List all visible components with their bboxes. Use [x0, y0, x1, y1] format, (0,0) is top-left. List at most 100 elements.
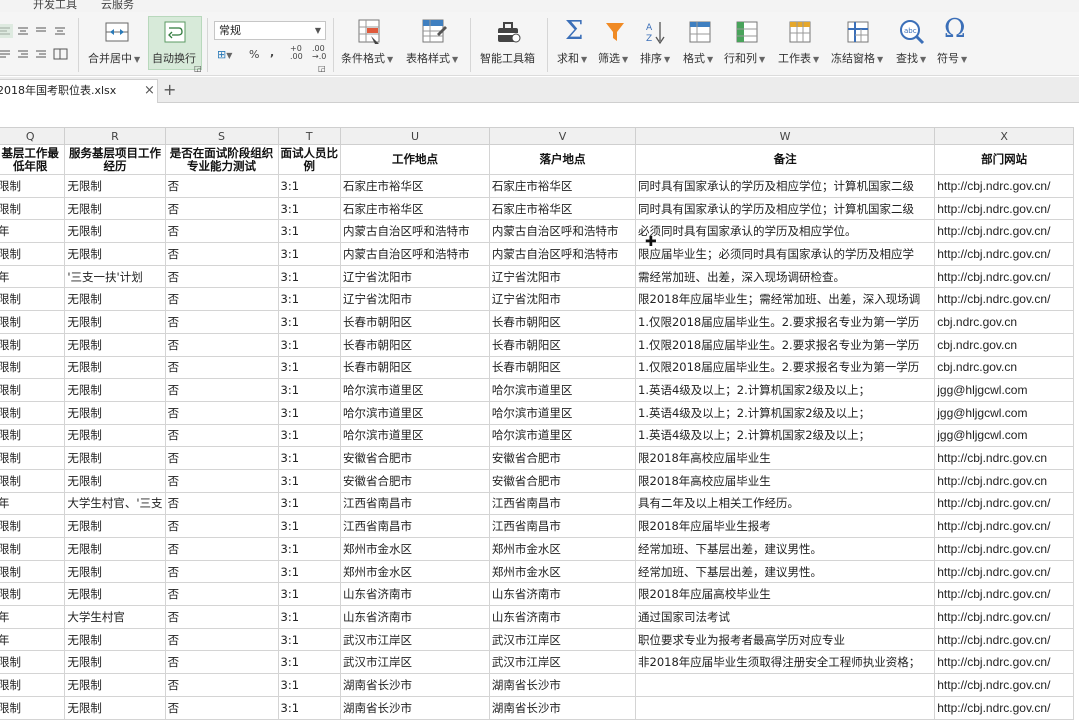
table-cell[interactable]: 安徽省合肥市 [340, 446, 490, 470]
table-cell[interactable]: 无限制 [64, 514, 166, 538]
column-header-x[interactable]: X [934, 127, 1074, 145]
table-cell[interactable]: 否 [164, 446, 279, 470]
percent-button[interactable]: % [249, 48, 259, 61]
table-cell[interactable]: 江西省南昌市 [488, 514, 637, 538]
column-header-w[interactable]: W [634, 127, 936, 145]
file-tab[interactable]: 2018年国考职位表.xlsx × [0, 79, 158, 103]
table-cell[interactable]: 3:1 [277, 400, 342, 425]
table-cell[interactable]: 年 [0, 605, 66, 629]
table-cell[interactable] [634, 695, 936, 720]
table-cell[interactable]: http://cbj.ndrc.gov.cn/ [934, 627, 1074, 652]
table-cell[interactable]: jgg@hljgcwl.com [934, 378, 1074, 402]
table-cell[interactable]: 郑州市金水区 [340, 537, 490, 561]
dialog-launcher-icon[interactable]: ◲ [318, 64, 326, 73]
table-cell[interactable]: 3:1 [277, 582, 342, 607]
table-cell[interactable]: 武汉市江岸区 [488, 627, 637, 652]
table-cell[interactable]: 无限制 [64, 196, 166, 221]
table-cell[interactable]: 内蒙古自治区呼和浩特市 [488, 219, 637, 244]
table-cell[interactable]: cbj.ndrc.gov.cn [934, 355, 1074, 380]
table-cell[interactable]: 无限制 [64, 446, 166, 470]
table-cell[interactable]: 否 [164, 559, 279, 584]
table-cell[interactable]: 限制 [0, 310, 66, 334]
table-cell[interactable]: 3:1 [277, 627, 342, 652]
table-cell[interactable]: jgg@hljgcwl.com [934, 423, 1074, 448]
table-cell[interactable]: 武汉市江岸区 [488, 650, 637, 675]
filter-button[interactable]: 筛选 ▼ [598, 50, 628, 66]
header-cell[interactable]: 是否在面试阶段组织专业能力测试 [164, 144, 279, 175]
table-cell[interactable]: 哈尔滨市道里区 [488, 378, 637, 402]
table-cell[interactable]: 哈尔滨市道里区 [340, 423, 490, 448]
table-cell[interactable]: 3:1 [277, 673, 342, 697]
worksheet-button[interactable]: 工作表 ▼ [778, 50, 819, 66]
table-cell[interactable]: 辽宁省沈阳市 [340, 287, 490, 312]
table-cell[interactable]: 哈尔滨市道里区 [488, 423, 637, 448]
table-cell[interactable]: 同时具有国家承认的学历及相应学位；计算机国家二级 [634, 196, 936, 221]
table-cell[interactable]: http://cbj.ndrc.gov.cn/ [934, 174, 1074, 198]
table-cell[interactable]: 3:1 [277, 287, 342, 312]
table-cell[interactable]: 年 [0, 491, 66, 516]
table-cell[interactable]: cbj.ndrc.gov.cn [934, 310, 1074, 334]
table-cell[interactable]: 限制 [0, 559, 66, 584]
sort-button[interactable]: 排序 ▼ [640, 50, 670, 66]
table-cell[interactable]: 郑州市金水区 [340, 559, 490, 584]
table-cell[interactable]: 武汉市江岸区 [340, 627, 490, 652]
table-cell[interactable]: 哈尔滨市道里区 [340, 400, 490, 425]
table-cell[interactable]: 3:1 [277, 491, 342, 516]
table-cell[interactable]: 3:1 [277, 264, 342, 289]
table-cell[interactable]: 必须同时具有国家承认的学历及相应学位。 [634, 219, 936, 244]
table-cell[interactable]: 无限制 [64, 287, 166, 312]
table-cell[interactable]: http://cbj.ndrc.gov.cn [934, 446, 1074, 470]
table-cell[interactable]: 郑州市金水区 [488, 559, 637, 584]
table-cell[interactable]: 限制 [0, 355, 66, 380]
table-cell[interactable]: 安徽省合肥市 [488, 468, 637, 493]
menu-developer-tools[interactable]: 开发工具 [33, 0, 77, 12]
table-cell[interactable]: 无限制 [64, 400, 166, 425]
table-cell[interactable]: 3:1 [277, 605, 342, 629]
table-cell[interactable]: 限制 [0, 446, 66, 470]
table-cell[interactable]: 安徽省合肥市 [488, 446, 637, 470]
rows-columns-button[interactable]: 行和列 ▼ [724, 50, 765, 66]
dialog-launcher-icon[interactable]: ◲ [194, 64, 202, 73]
symbol-button[interactable]: 符号 ▼ [937, 50, 967, 66]
format-button[interactable]: 格式 ▼ [683, 50, 713, 66]
table-cell[interactable]: 限制 [0, 582, 66, 607]
table-cell[interactable]: http://cbj.ndrc.gov.cn/ [934, 673, 1074, 697]
table-cell[interactable]: jgg@hljgcwl.com [934, 400, 1074, 425]
table-cell[interactable]: 具有二年及以上相关工作经历。 [634, 491, 936, 516]
table-cell[interactable]: http://cbj.ndrc.gov.cn/ [934, 491, 1074, 516]
table-cell[interactable]: 长春市朝阳区 [488, 355, 637, 380]
table-cell[interactable]: http://cbj.ndrc.gov.cn/ [934, 650, 1074, 675]
find-button[interactable]: 查找 ▼ [896, 50, 926, 66]
table-cell[interactable]: 限制 [0, 468, 66, 493]
table-cell[interactable]: 辽宁省沈阳市 [488, 264, 637, 289]
table-cell[interactable]: 无限制 [64, 673, 166, 697]
table-cell[interactable]: 否 [164, 400, 279, 425]
table-cell[interactable]: 无限制 [64, 423, 166, 448]
table-cell[interactable]: 安徽省合肥市 [340, 468, 490, 493]
currency-icon[interactable]: ⊞▼ [217, 48, 232, 61]
table-cell[interactable]: 大学生村官 [64, 605, 166, 629]
table-cell[interactable]: 限制 [0, 695, 66, 720]
table-cell[interactable]: 3:1 [277, 332, 342, 357]
table-cell[interactable]: 限制 [0, 287, 66, 312]
table-cell[interactable]: 3:1 [277, 559, 342, 584]
table-cell[interactable]: 1.仅限2018届应届毕业生。2.要求报名专业为第一学历 [634, 310, 936, 334]
table-cell[interactable]: 限制 [0, 332, 66, 357]
table-cell[interactable]: 否 [164, 355, 279, 380]
table-cell[interactable]: 武汉市江岸区 [340, 650, 490, 675]
table-cell[interactable]: 通过国家司法考试 [634, 605, 936, 629]
table-cell[interactable]: 江西省南昌市 [488, 491, 637, 516]
table-cell[interactable]: 无限制 [64, 332, 166, 357]
table-cell[interactable]: 石家庄市裕华区 [488, 196, 637, 221]
table-cell[interactable]: 3:1 [277, 446, 342, 470]
table-cell[interactable]: 山东省济南市 [488, 605, 637, 629]
table-cell[interactable]: 山东省济南市 [340, 605, 490, 629]
table-cell[interactable]: http://cbj.ndrc.gov.cn/ [934, 196, 1074, 221]
sum-button[interactable]: 求和 ▼ [557, 50, 587, 66]
table-cell[interactable]: 1.英语4级及以上；2.计算机国家2级及以上； [634, 423, 936, 448]
table-cell[interactable]: 否 [164, 332, 279, 357]
table-cell[interactable]: 1.仅限2018届应届毕业生。2.要求报名专业为第一学历 [634, 355, 936, 380]
table-cell[interactable]: 限制 [0, 378, 66, 402]
table-cell[interactable]: 年 [0, 219, 66, 244]
table-cell[interactable]: 山东省济南市 [488, 582, 637, 607]
